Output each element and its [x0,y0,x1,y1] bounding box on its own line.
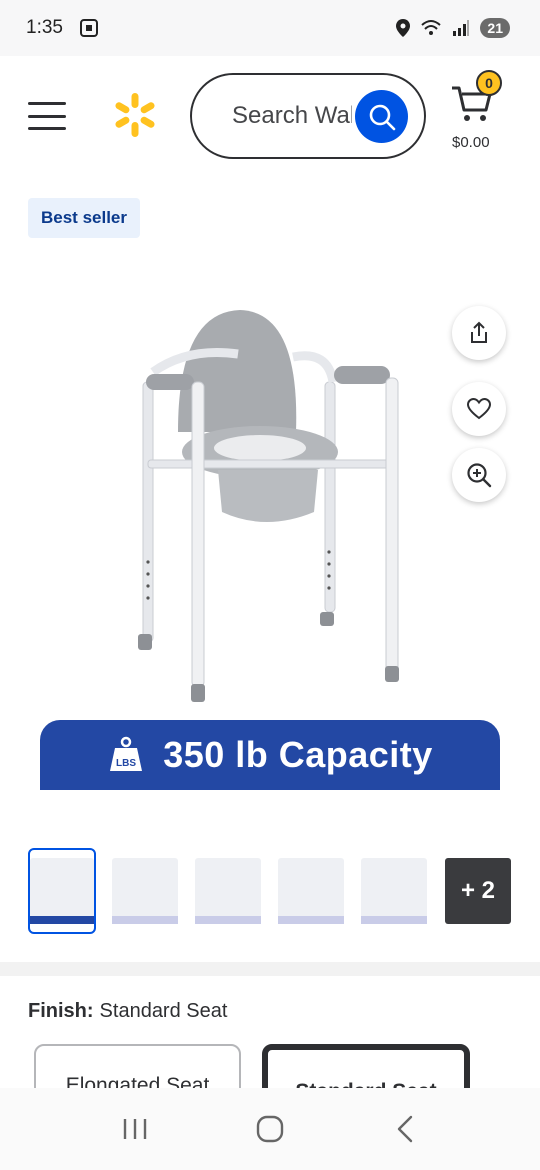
search-button[interactable] [355,90,408,143]
walmart-spark-icon[interactable] [112,92,158,138]
finish-title: Finish: [28,1000,94,1022]
more-thumbnails-label: + 2 [445,858,511,924]
favorite-button[interactable] [452,382,506,436]
back-button[interactable] [375,1099,435,1159]
system-nav-bar [0,1088,540,1170]
status-bar: 1:35 21 [0,0,540,56]
best-seller-badge: Best seller [28,198,140,238]
capacity-banner: LBS 350 lb Capacity [40,720,500,790]
thumbnail-3[interactable] [194,848,262,934]
search-input[interactable]: Search Wal [232,102,352,130]
thumbnail-strip: + 2 [28,848,518,934]
more-thumbnails-button[interactable]: + 2 [444,848,512,934]
home-button[interactable] [240,1099,300,1159]
cart-count-badge: 0 [476,70,502,96]
screenshot-icon [79,19,98,37]
thumbnail-4[interactable] [277,848,345,934]
capacity-text: 350 lb Capacity [163,734,433,775]
thumbnail-5[interactable] [360,848,428,934]
recents-button[interactable] [105,1099,165,1159]
finish-value: Standard Seat [99,1000,228,1022]
section-divider [0,962,540,976]
battery-indicator: 21 [480,18,510,38]
share-button[interactable] [452,306,506,360]
search-bar[interactable]: Search Wal [190,73,426,159]
zoom-in-icon [467,463,492,488]
status-time: 1:35 [26,17,63,38]
signal-icon [453,20,470,36]
wifi-icon [421,20,442,35]
location-icon [396,19,411,37]
search-icon [369,104,395,130]
weight-icon: LBS [110,736,143,771]
heart-icon [467,398,491,420]
menu-icon[interactable] [28,102,66,130]
finish-label: Finish: Standard Seat [28,1000,227,1023]
back-icon [397,1115,412,1143]
cart-button[interactable]: 0 $0.00 [446,68,516,158]
zoom-button[interactable] [452,448,506,502]
thumbnail-2[interactable] [111,848,179,934]
weight-icon-label: LBS [116,758,136,769]
thumbnail-1[interactable] [28,848,96,934]
share-icon [471,321,487,343]
cart-total: $0.00 [452,134,490,151]
recents-icon [124,1119,147,1139]
app-header: Search Wal 0 $0.00 [0,56,540,180]
home-icon [256,1115,284,1143]
